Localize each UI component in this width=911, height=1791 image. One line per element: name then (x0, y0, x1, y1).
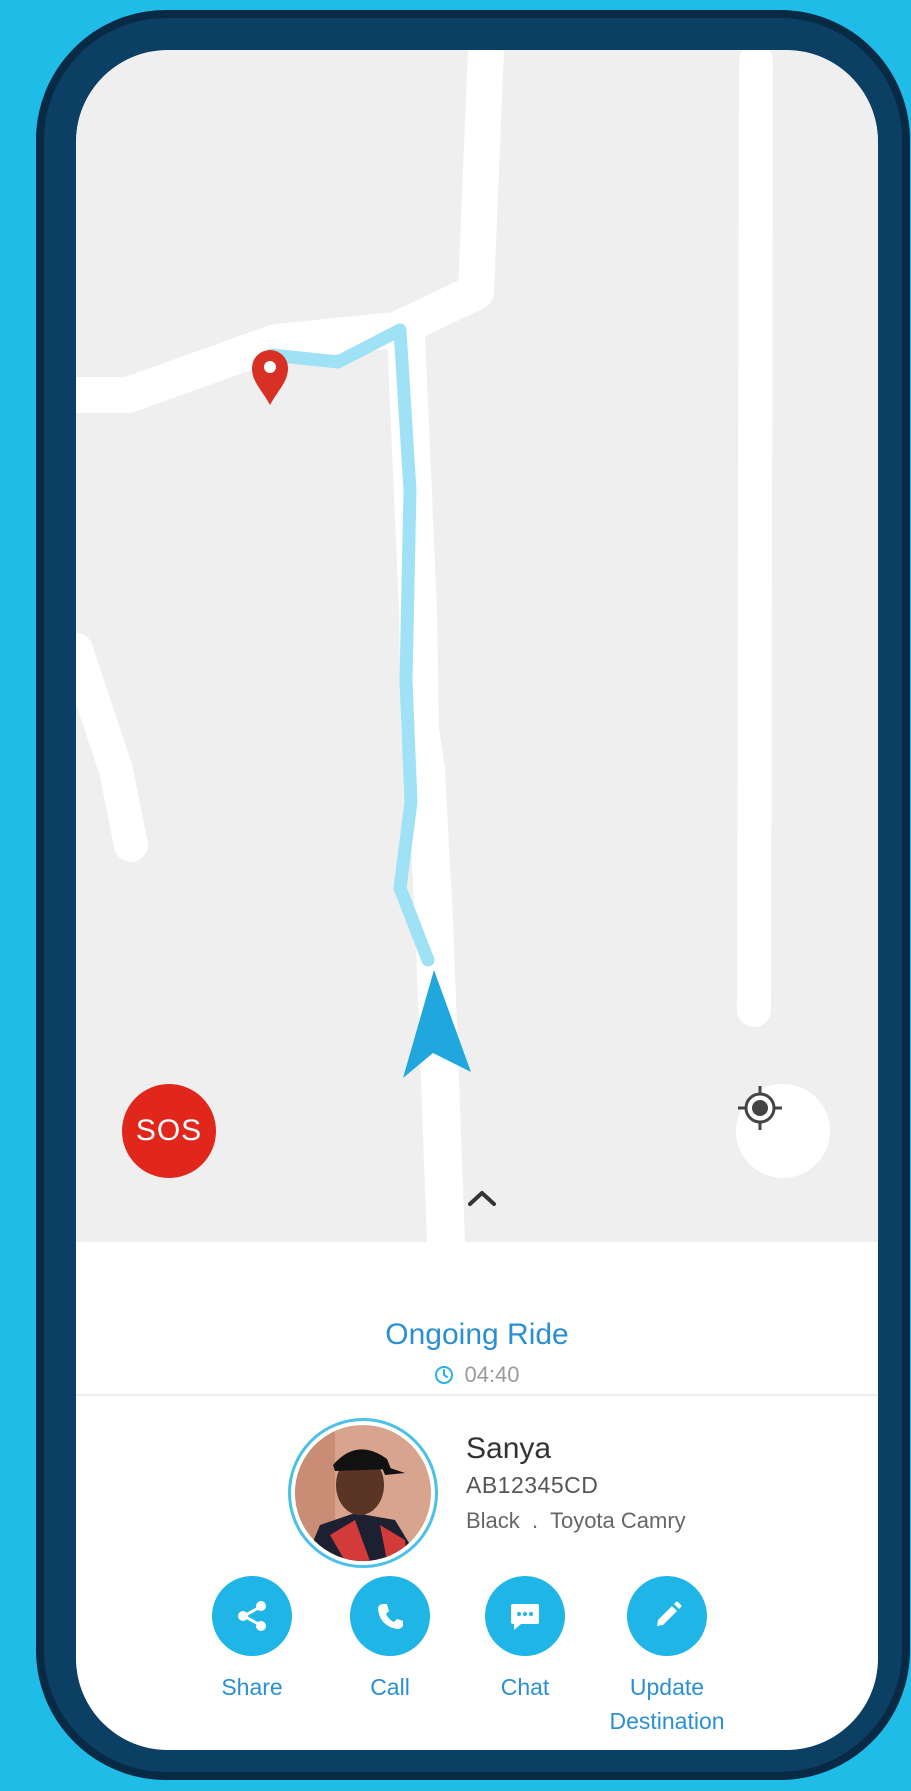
ride-actions: Share Call Chat Update Destination (76, 1576, 878, 1746)
destination-pin-icon (252, 350, 288, 405)
pencil-icon (657, 1601, 682, 1626)
divider (76, 1394, 878, 1396)
vehicle-plate: AB12345CD (466, 1472, 599, 1498)
chat-icon (511, 1604, 539, 1630)
call-label: Call (370, 1674, 410, 1700)
chat-button[interactable]: Chat (450, 1576, 600, 1704)
phone-icon (378, 1604, 403, 1629)
map-roads (76, 50, 773, 1242)
update-destination-button-circle[interactable] (627, 1576, 707, 1656)
ride-timer: 04:40 (76, 1362, 878, 1388)
call-button-circle[interactable] (350, 1576, 430, 1656)
clock-icon (435, 1366, 454, 1384)
vehicle-description: Black . Toyota Camry (466, 1508, 686, 1533)
share-button-circle[interactable] (212, 1576, 292, 1656)
crosshair-icon (738, 1086, 782, 1130)
avatar-photo (295, 1425, 431, 1561)
locate-me-button[interactable] (736, 1084, 830, 1178)
chat-button-circle[interactable] (485, 1576, 565, 1656)
ride-status-title: Ongoing Ride (385, 1318, 569, 1351)
sos-label: SOS (135, 1114, 203, 1147)
ride-time-value: 04:40 (464, 1362, 520, 1387)
share-label: Share (221, 1674, 283, 1700)
update-destination-label: Update Destination (609, 1674, 725, 1734)
update-destination-button[interactable]: Update Destination (587, 1576, 747, 1738)
chat-label: Chat (500, 1674, 550, 1700)
share-button[interactable]: Share (177, 1576, 327, 1704)
app-screen: SOS Ongoing Ride 04:40 Sanya AB12345CD B… (76, 50, 878, 1750)
driver-name: Sanya (466, 1432, 552, 1465)
map-view[interactable]: SOS (76, 50, 878, 1242)
route-line (265, 323, 435, 967)
share-icon (238, 1601, 266, 1631)
expand-sheet-button[interactable] (466, 1188, 506, 1218)
chevron-up-icon (468, 1191, 496, 1206)
call-button[interactable]: Call (315, 1576, 465, 1704)
driver-avatar (288, 1418, 438, 1568)
ride-details-sheet: Ongoing Ride 04:40 Sanya AB12345CD Black… (76, 1242, 878, 1750)
sos-button[interactable]: SOS (122, 1084, 216, 1178)
